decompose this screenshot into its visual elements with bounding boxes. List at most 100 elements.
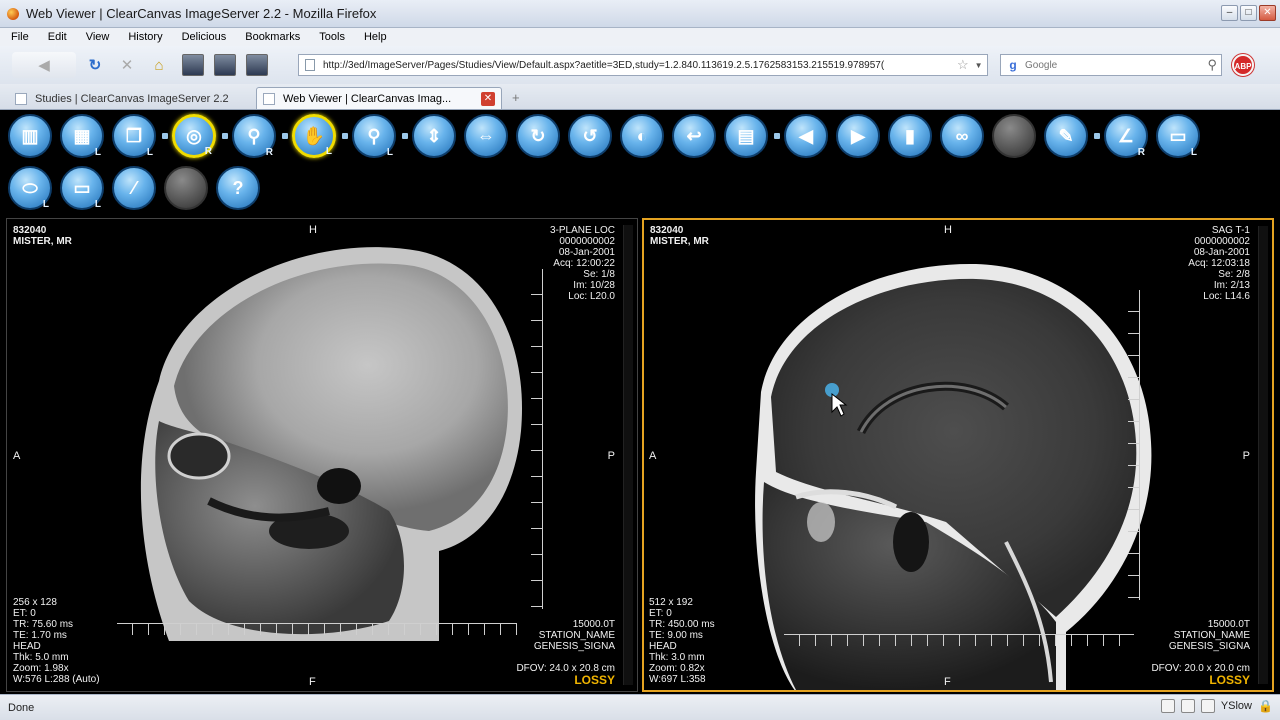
statusbar-addon-icon[interactable] (1160, 699, 1175, 713)
menu-delicious[interactable]: Delicious (171, 31, 235, 43)
minimize-button[interactable]: – (1221, 5, 1238, 21)
image-number: Im: 2/13 (1213, 280, 1250, 291)
orientation-right: P (607, 450, 615, 462)
series-button[interactable]: ▦ L (60, 114, 104, 158)
annotation-button[interactable]: ✎ (1044, 114, 1088, 158)
menu-view[interactable]: View (75, 31, 118, 43)
adblock-plus-icon[interactable]: ABP (1232, 54, 1254, 76)
menu-history[interactable]: History (117, 31, 170, 43)
probe-icon: ⚲ (367, 125, 381, 146)
calibrate-button[interactable]: ⁄ (112, 166, 156, 210)
new-tab-icon[interactable]: + (512, 90, 520, 105)
horizontal-ruler (784, 634, 1134, 646)
image-number: Im: 10/28 (573, 280, 615, 291)
link-button[interactable]: ∞ (940, 114, 984, 158)
statusbar-network-icon[interactable] (1180, 699, 1195, 713)
next-button[interactable]: ▶ (836, 114, 880, 158)
print-icon[interactable] (246, 54, 268, 76)
roi-ellipse-button[interactable]: ⬭ L (8, 166, 52, 210)
layout-button[interactable]: ▥ (8, 114, 52, 158)
menu-file[interactable]: File (0, 31, 37, 43)
angle-icon: ∠ (1117, 125, 1135, 146)
close-window-button[interactable]: ✕ (1259, 5, 1276, 21)
roi-rect-button[interactable]: ▭ L (60, 166, 104, 210)
study-date: 08-Jan-2001 (1193, 247, 1250, 258)
slice-location: Loc: L20.0 (568, 291, 615, 302)
repetition-time: TR: 450.00 ms (649, 619, 715, 630)
vertical-ruler (1128, 290, 1140, 600)
invert-button[interactable]: ◐ (620, 114, 664, 158)
statusbar-firebug-icon[interactable] (1200, 699, 1215, 713)
rotate-left-button[interactable]: ↺ (568, 114, 612, 158)
scanner-model: GENESIS_SIGNA (1168, 641, 1250, 652)
home-button[interactable]: ⌂ (146, 52, 172, 78)
menu-edit[interactable]: Edit (37, 31, 75, 43)
cine-button[interactable]: ▮ (888, 114, 932, 158)
bookmark-toolbar-icon[interactable] (182, 54, 204, 76)
maximize-button[interactable]: □ (1240, 5, 1257, 21)
tab-web-viewer[interactable]: Web Viewer | ClearCanvas Imag... ✕ (256, 87, 502, 109)
bookmark-star-icon[interactable]: ☆ (957, 57, 969, 73)
presets-button[interactable]: ▤ (724, 114, 768, 158)
stack-button[interactable]: ❐ L (112, 114, 156, 158)
address-bar[interactable]: http://3ed/ImageServer/Pages/Studies/Vie… (298, 54, 988, 76)
tool-dropdown-icon[interactable] (342, 133, 348, 139)
sidebar-toggle-icon[interactable] (214, 54, 236, 76)
yslow-label[interactable]: YSlow (1221, 700, 1252, 712)
echo-time: TE: 9.00 ms (649, 630, 703, 641)
field-strength: 15000.0T (1207, 619, 1250, 630)
previous-button[interactable]: ◀ (784, 114, 828, 158)
menu-bookmarks[interactable]: Bookmarks (234, 31, 308, 43)
tool-dropdown-icon[interactable] (222, 133, 228, 139)
back-button[interactable]: ◀ (12, 52, 76, 78)
google-icon[interactable]: g (1005, 57, 1021, 73)
tool-dropdown-icon[interactable] (282, 133, 288, 139)
roi-rect-icon: ▭ (73, 177, 91, 198)
angle-button[interactable]: ∠ R (1104, 114, 1148, 158)
search-box[interactable]: g ⚲ (1000, 54, 1222, 76)
disabled-tool-button[interactable] (992, 114, 1036, 158)
zoom-window-button[interactable]: ◎ R (172, 114, 216, 158)
tool-dropdown-icon[interactable] (1094, 133, 1100, 139)
reset-button[interactable]: ↩ (672, 114, 716, 158)
orientation-right: P (1242, 450, 1250, 462)
url-text[interactable]: http://3ed/ImageServer/Pages/Studies/Vie… (323, 60, 953, 71)
series-number: Se: 2/8 (1218, 269, 1250, 280)
zoom-level: Zoom: 0.82x (649, 663, 705, 674)
layout-icon: ▥ (21, 125, 39, 146)
help-button[interactable]: ? (216, 166, 260, 210)
ruler-button[interactable]: ▭ L (1156, 114, 1200, 158)
tab-studies[interactable]: Studies | ClearCanvas ImageServer 2.2 (8, 87, 248, 109)
search-input[interactable] (1025, 59, 1208, 71)
rotate-right-button[interactable]: ↻ (516, 114, 560, 158)
page-icon (305, 59, 315, 71)
series-number: Se: 1/8 (583, 269, 615, 280)
menu-help[interactable]: Help (353, 31, 395, 43)
viewport-right-scrollbar[interactable] (1258, 226, 1268, 684)
disabled-tool-2-button[interactable] (164, 166, 208, 210)
pan-hand-button[interactable]: ✋ L (292, 114, 336, 158)
menu-tools[interactable]: Tools (308, 31, 353, 43)
flip-vertical-button[interactable]: ⇕ (412, 114, 456, 158)
stop-button[interactable]: ✕ (114, 52, 140, 78)
orientation-top: H (944, 224, 952, 236)
tab-close-icon[interactable]: ✕ (481, 91, 495, 106)
viewport-right[interactable]: 832040 MISTER, MR SAG T-1 0000000002 08-… (642, 218, 1274, 692)
acquisition-time: Acq: 12:03:18 (1188, 258, 1250, 269)
link-icon: ∞ (955, 125, 969, 146)
tool-dropdown-icon[interactable] (402, 133, 408, 139)
url-dropdown-icon[interactable]: ▼ (975, 61, 983, 70)
tab-bar: Studies | ClearCanvas ImageServer 2.2 We… (0, 84, 1280, 110)
viewport-left-scrollbar[interactable] (623, 225, 633, 685)
acquisition-time: Acq: 12:00:22 (553, 258, 615, 269)
magnify-button[interactable]: ⚲ R (232, 114, 276, 158)
tool-dropdown-icon[interactable] (774, 133, 780, 139)
tool-dropdown-icon[interactable] (162, 133, 168, 139)
flip-horizontal-button[interactable]: ⇔ (464, 114, 508, 158)
tab-favicon (263, 92, 275, 105)
probe-button[interactable]: ⚲ L (352, 114, 396, 158)
flip-horizontal-icon: ⇔ (477, 125, 495, 146)
viewport-left[interactable]: 832040 MISTER, MR 3-PLANE LOC 0000000002… (6, 218, 638, 692)
search-icon[interactable]: ⚲ (1207, 57, 1217, 73)
reload-button[interactable]: ↻ (82, 52, 108, 78)
